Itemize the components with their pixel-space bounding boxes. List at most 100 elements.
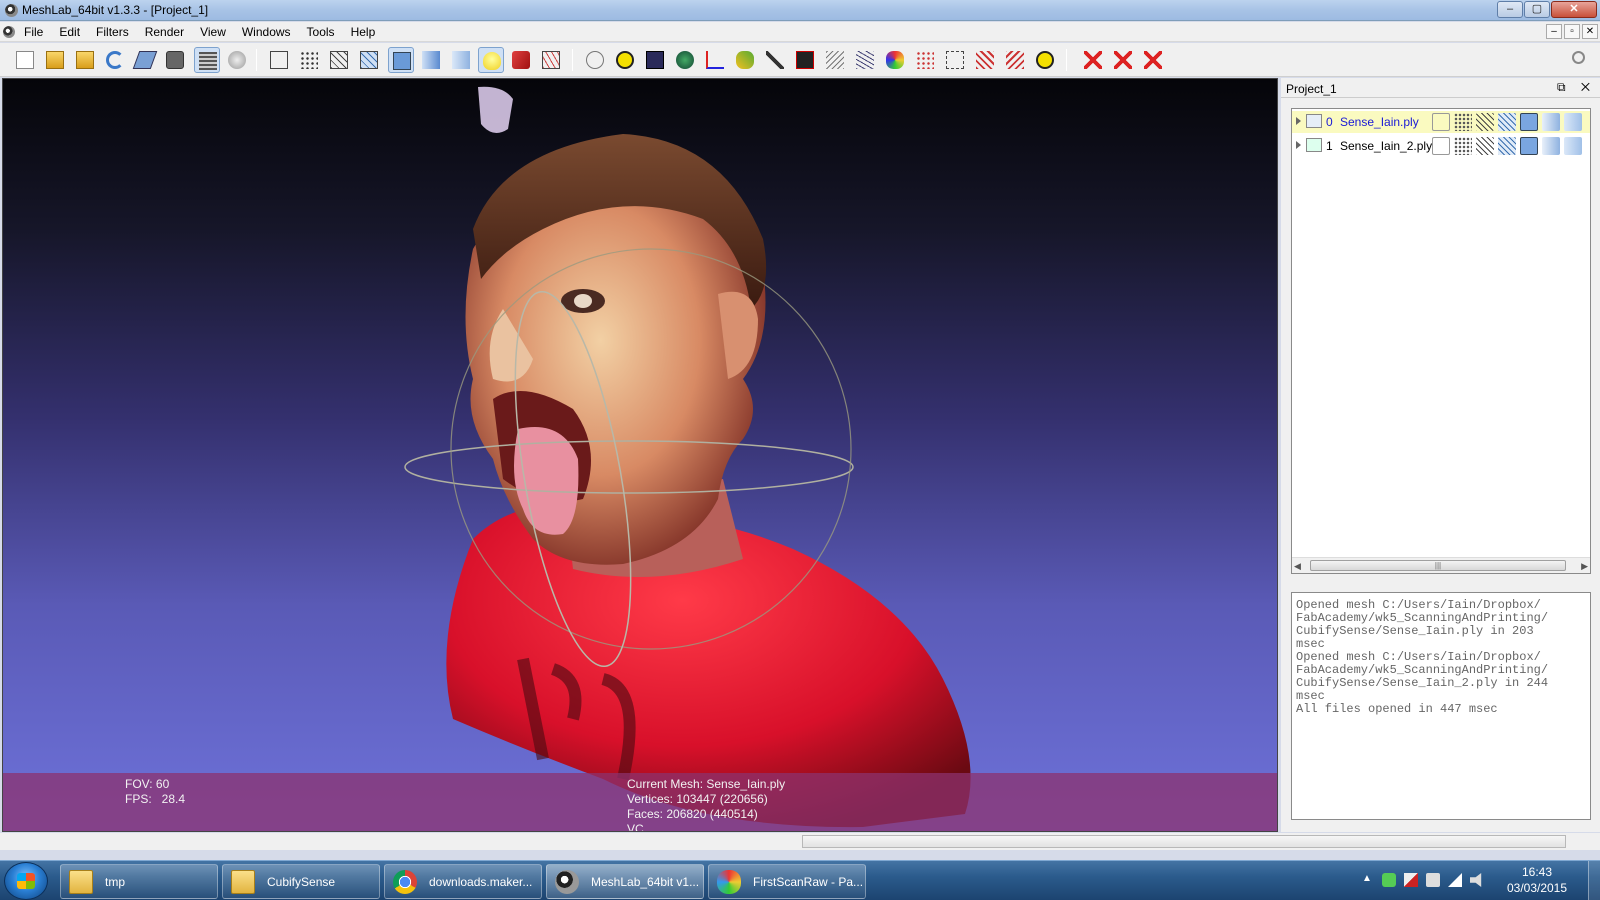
delete-faces-button[interactable] (1080, 47, 1106, 73)
menu-tools[interactable]: Tools (299, 25, 343, 39)
menu-filters[interactable]: Filters (88, 25, 137, 39)
wireframe-render-button[interactable] (326, 47, 352, 73)
close-button[interactable]: ✕ (1551, 1, 1597, 18)
expand-arrow-icon[interactable] (1296, 117, 1301, 125)
measure-button[interactable] (822, 47, 848, 73)
bbox-icon[interactable] (1432, 137, 1450, 155)
meshlab-app-icon[interactable] (5, 4, 18, 17)
taskbar-item[interactable]: FirstScanRaw - Pa... (708, 864, 866, 899)
mdi-minimize-button[interactable]: – (1546, 24, 1562, 39)
pickpoints-button[interactable] (792, 47, 818, 73)
3d-viewport[interactable]: FOV: 60 FPS: 28.4 Current Mesh: Sense_Ia… (2, 78, 1278, 832)
paint-brush-button[interactable] (732, 47, 758, 73)
import-mesh-button[interactable] (72, 47, 98, 73)
delete-selection-button[interactable] (1140, 47, 1166, 73)
action-center-flag-icon[interactable] (1404, 873, 1418, 887)
info-button[interactable] (1032, 47, 1058, 73)
points-icon[interactable] (1454, 113, 1472, 131)
maximize-button[interactable]: ▢ (1524, 1, 1550, 18)
flat-icon[interactable] (1520, 113, 1538, 131)
volume-muted-icon[interactable] (1470, 873, 1482, 887)
menu-windows[interactable]: Windows (234, 25, 299, 39)
menu-render[interactable]: Render (137, 25, 192, 39)
windows-logo-icon (17, 873, 35, 889)
menu-file[interactable]: File (16, 25, 51, 39)
select-connected-button[interactable] (1002, 47, 1028, 73)
flat-shading-button[interactable] (388, 47, 414, 73)
taskbar-item[interactable]: tmp (60, 864, 218, 899)
show-axis-button[interactable] (612, 47, 638, 73)
align-button[interactable] (852, 47, 878, 73)
smooth-shading-button[interactable] (418, 47, 444, 73)
lighting-button[interactable] (478, 47, 504, 73)
scroll-left-icon[interactable]: ◀ (1294, 561, 1301, 572)
points-render-button[interactable] (296, 47, 322, 73)
show-desktop-button[interactable] (1588, 861, 1600, 900)
expand-arrow-icon[interactable] (1296, 141, 1301, 149)
layer-row[interactable]: 1 Sense_Iain_2.ply (1292, 135, 1590, 157)
axes-button[interactable] (702, 47, 728, 73)
layer-name[interactable]: Sense_Iain.ply (1340, 115, 1419, 129)
layer-name[interactable]: Sense_Iain_2.ply (1340, 139, 1432, 153)
wireframe-icon[interactable] (1476, 113, 1494, 131)
snapshot-button[interactable] (162, 47, 188, 73)
sphere-button[interactable] (224, 47, 250, 73)
start-button[interactable] (4, 862, 48, 900)
panel-dock-close-buttons[interactable]: ⧉ ✕ (1557, 80, 1596, 95)
hidden-lines-icon[interactable] (1498, 113, 1516, 131)
mdi-restore-button[interactable]: ▫ (1564, 24, 1580, 39)
document-menu-icon[interactable] (3, 26, 15, 38)
taskbar-item[interactable]: MeshLab_64bit v1... (546, 864, 704, 899)
back-face-culling-button[interactable] (538, 47, 564, 73)
reference-button[interactable] (912, 47, 938, 73)
save-snapshot-button[interactable] (132, 47, 158, 73)
log-panel[interactable]: Opened mesh C:/Users/Iain/Dropbox/ FabAc… (1291, 592, 1591, 820)
show-labels-button[interactable] (642, 47, 668, 73)
sync-icon[interactable] (1382, 873, 1396, 887)
bbox-render-button[interactable] (266, 47, 292, 73)
scroll-thumb[interactable]: ||| (1310, 560, 1566, 571)
hidden-lines-icon (360, 51, 378, 69)
layer-list-scrollbar[interactable]: ◀ ||| ▶ (1292, 557, 1590, 573)
delete-vertices-button[interactable] (1110, 47, 1136, 73)
menu-view[interactable]: View (192, 25, 234, 39)
layer-list[interactable]: 0 Sense_Iain.ply 1 Sense_Iain_2.ply ◀ ||… (1291, 108, 1591, 574)
select-faces-button[interactable] (972, 47, 998, 73)
scroll-right-icon[interactable]: ▶ (1581, 561, 1588, 572)
show-layers-button[interactable] (194, 47, 220, 73)
taskbar-item[interactable]: downloads.maker... (384, 864, 542, 899)
hidden-lines-icon[interactable] (1498, 137, 1516, 155)
texture-icon[interactable] (1564, 137, 1582, 155)
mdi-close-button[interactable]: ✕ (1582, 24, 1598, 39)
quality-map-button[interactable] (672, 47, 698, 73)
flat-icon[interactable] (1520, 137, 1538, 155)
texture-icon[interactable] (1564, 113, 1582, 131)
reload-button[interactable] (102, 47, 128, 73)
device-icon[interactable] (1426, 873, 1440, 887)
open-project-button[interactable] (42, 47, 68, 73)
points-icon[interactable] (1454, 137, 1472, 155)
smooth-icon[interactable] (1542, 113, 1560, 131)
hidden-lines-button[interactable] (356, 47, 382, 73)
system-clock[interactable]: 16:43 03/03/2015 (1497, 864, 1577, 896)
color-paint-button[interactable] (762, 47, 788, 73)
new-project-button[interactable] (12, 47, 38, 73)
tray-expand-icon[interactable]: ▲ (1362, 873, 1376, 887)
network-signal-icon[interactable] (1448, 873, 1462, 887)
menu-edit[interactable]: Edit (51, 25, 88, 39)
double-side-lighting-button[interactable] (508, 47, 534, 73)
search-button[interactable] (1568, 47, 1594, 73)
taskbar-item[interactable]: CubifySense (222, 864, 380, 899)
texture-button[interactable] (448, 47, 474, 73)
color-fill-button[interactable] (882, 47, 908, 73)
align-icon (856, 51, 874, 69)
menu-help[interactable]: Help (343, 25, 384, 39)
trackball-button[interactable] (582, 47, 608, 73)
meshlab-icon (555, 870, 579, 894)
minimize-button[interactable]: – (1497, 1, 1523, 18)
smooth-icon[interactable] (1542, 137, 1560, 155)
bbox-icon[interactable] (1432, 113, 1450, 131)
wireframe-icon[interactable] (1476, 137, 1494, 155)
layer-row[interactable]: 0 Sense_Iain.ply (1292, 111, 1590, 133)
select-vertices-button[interactable] (942, 47, 968, 73)
